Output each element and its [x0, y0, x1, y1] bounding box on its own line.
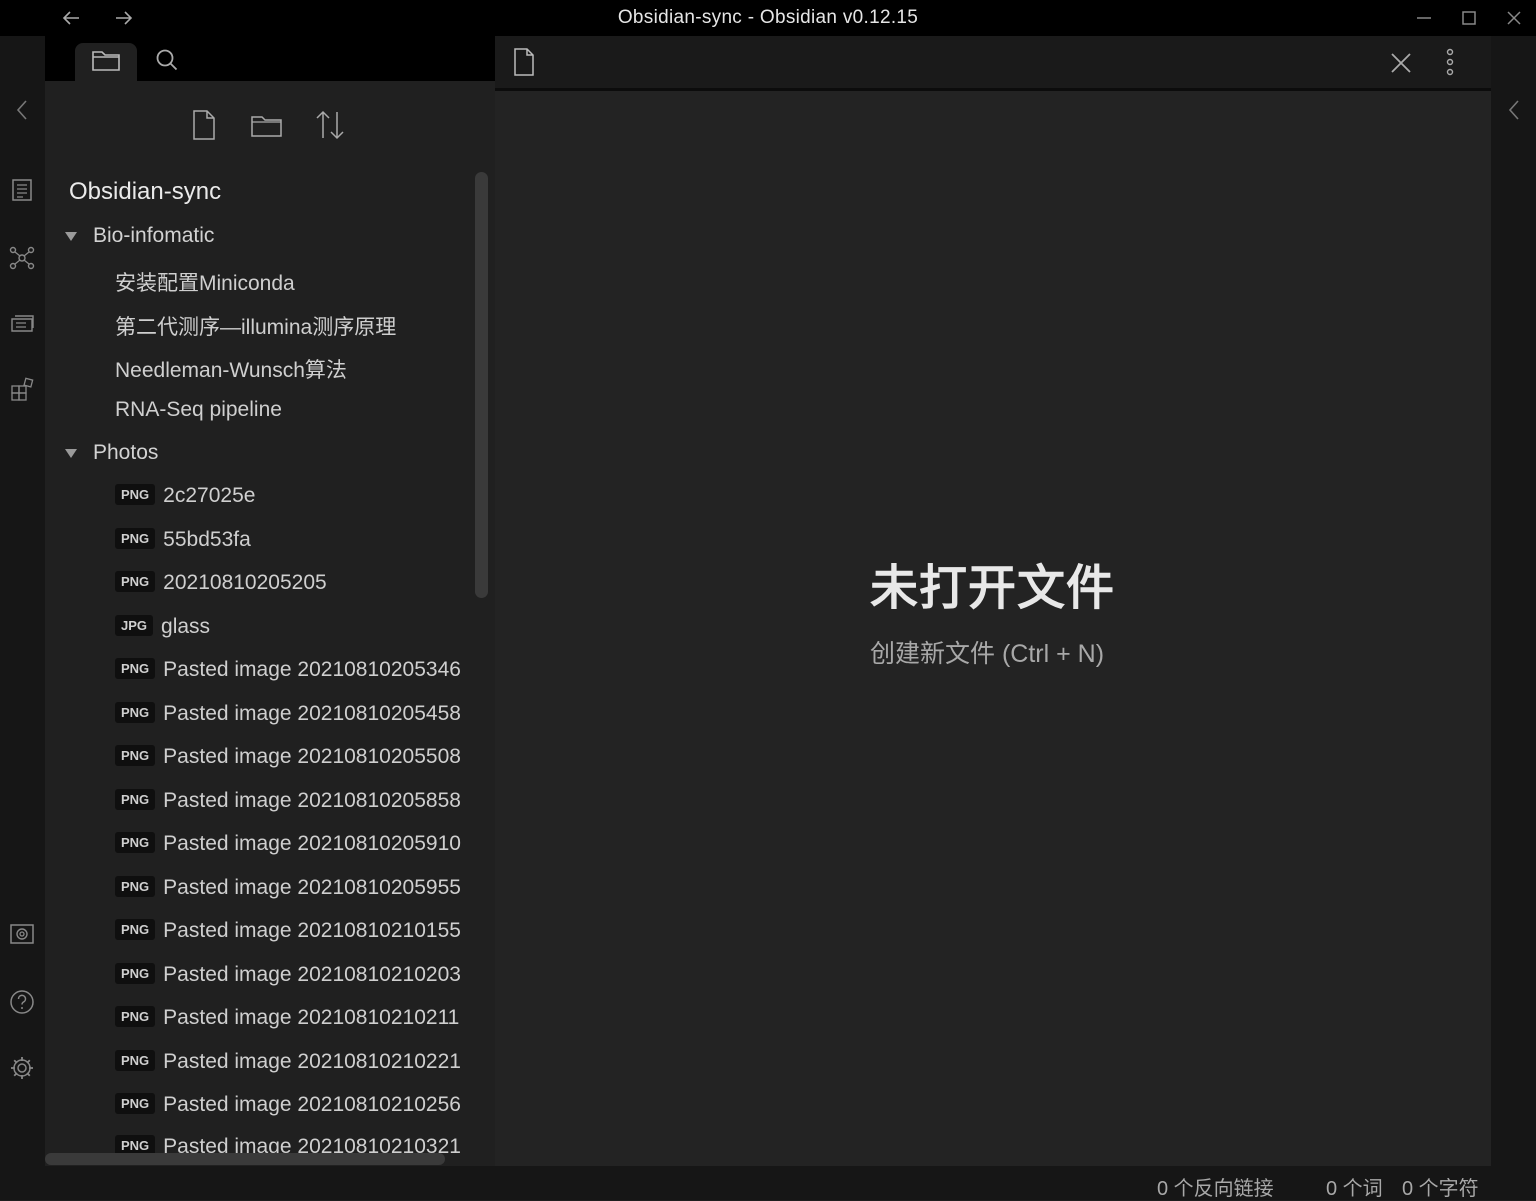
file-type-badge: PNG	[115, 1135, 156, 1155]
search-icon[interactable]	[153, 46, 181, 74]
file-type-badge: PNG	[115, 832, 156, 853]
file-item[interactable]: PNG Pasted image 20210810205458	[115, 702, 461, 726]
file-item[interactable]: PNG Pasted image 20210810210256	[115, 1093, 461, 1117]
folder-bio-infomatic[interactable]: Bio-infomatic	[65, 224, 215, 248]
file-item[interactable]: PNG Pasted image 20210810210203	[115, 963, 461, 987]
maximize-icon[interactable]	[1457, 6, 1481, 30]
file-label: Pasted image 20210810210256	[163, 1093, 461, 1116]
graph-view-icon[interactable]	[8, 244, 36, 272]
file-item[interactable]: PNG Pasted image 20210810205955	[115, 876, 461, 900]
file-label: 2c27025e	[163, 484, 256, 507]
file-item[interactable]: RNA-Seq pipeline	[115, 398, 282, 422]
horizontal-scrollbar[interactable]	[45, 1153, 445, 1165]
file-item[interactable]: PNG Pasted image 20210810205346	[115, 658, 461, 682]
file-type-badge: PNG	[115, 528, 156, 549]
file-label: Pasted image 20210810205910	[163, 832, 461, 855]
chevron-down-icon[interactable]	[65, 232, 77, 241]
file-type-badge: PNG	[115, 919, 156, 940]
file-tree: Obsidian-sync Bio-infomatic 安装配置Minicond…	[45, 170, 475, 1155]
folder-label: Photos	[93, 441, 159, 464]
file-label: Pasted image 20210810210203	[163, 963, 461, 986]
view-header	[495, 36, 1491, 88]
window-title: Obsidian-sync - Obsidian v0.12.15	[617, 7, 919, 28]
close-icon[interactable]	[1388, 50, 1414, 76]
file-type-badge: PNG	[115, 745, 156, 766]
new-note-icon[interactable]	[187, 108, 221, 142]
right-sidebar	[1491, 36, 1536, 1166]
file-label: Pasted image 20210810210321	[163, 1135, 461, 1155]
file-type-badge: PNG	[115, 571, 156, 592]
expand-right-icon[interactable]	[1503, 96, 1525, 124]
file-item[interactable]: PNG Pasted image 20210810210211	[115, 1006, 459, 1030]
file-item[interactable]: PNG Pasted image 20210810210321	[115, 1135, 461, 1155]
more-options-icon[interactable]	[1440, 48, 1460, 76]
file-label: Pasted image 20210810210211	[163, 1006, 460, 1029]
file-item[interactable]: PNG Pasted image 20210810210221	[115, 1050, 461, 1074]
file-label: 20210810205205	[163, 571, 327, 594]
arrow-right-icon[interactable]	[112, 6, 136, 30]
file-type-badge: PNG	[115, 702, 156, 723]
file-label: Pasted image 20210810205858	[163, 789, 461, 812]
ribbon	[0, 36, 45, 1166]
word-count: 0 个词	[1326, 1178, 1383, 1200]
chevron-down-icon[interactable]	[65, 449, 77, 458]
file-label: Pasted image 20210810205458	[163, 702, 461, 725]
create-new-file-link[interactable]: 创建新文件 (Ctrl + N)	[870, 634, 1104, 670]
file-item[interactable]: PNG Pasted image 20210810205858	[115, 789, 461, 813]
folder-label: Bio-infomatic	[93, 224, 215, 247]
file-type-badge: PNG	[115, 963, 156, 984]
file-item[interactable]: 第二代测序—illumina测序原理	[115, 311, 396, 341]
minimize-icon[interactable]	[1412, 6, 1436, 30]
vertical-scrollbar[interactable]	[475, 172, 488, 598]
file-type-badge: PNG	[115, 876, 156, 897]
help-icon[interactable]	[8, 988, 36, 1016]
plugins-icon[interactable]	[8, 376, 36, 404]
title-bar: Obsidian-sync - Obsidian v0.12.15	[0, 0, 1536, 36]
arrow-left-icon[interactable]	[59, 6, 83, 30]
sort-icon[interactable]	[313, 108, 347, 142]
status-bar: 0 个反向链接 0 个词 0 个字符	[0, 1166, 1536, 1200]
file-item[interactable]: PNG 20210810205205	[115, 571, 327, 595]
collapse-left-icon[interactable]	[8, 96, 36, 124]
file-label: Pasted image 20210810210221	[163, 1050, 461, 1073]
file-label: Pasted image 20210810205508	[163, 745, 461, 768]
folder-icon[interactable]	[90, 45, 122, 75]
file-icon	[514, 48, 534, 76]
file-item[interactable]: PNG Pasted image 20210810210155	[115, 919, 461, 943]
file-type-badge: PNG	[115, 1093, 156, 1114]
folder-photos[interactable]: Photos	[65, 441, 159, 465]
file-item[interactable]: PNG Pasted image 20210810205508	[115, 745, 461, 769]
cards-icon[interactable]	[8, 310, 36, 338]
file-item[interactable]: Needleman-Wunsch算法	[115, 354, 347, 384]
close-window-icon[interactable]	[1502, 6, 1526, 30]
file-label: Pasted image 20210810205346	[163, 658, 461, 681]
file-item[interactable]: PNG 55bd53fa	[115, 528, 251, 552]
file-type-badge: PNG	[115, 789, 156, 810]
file-type-badge: PNG	[115, 484, 156, 505]
file-label: 55bd53fa	[163, 528, 251, 551]
vault-icon[interactable]	[8, 920, 36, 948]
file-item[interactable]: PNG 2c27025e	[115, 484, 255, 508]
file-label: Pasted image 20210810205955	[163, 876, 461, 899]
file-item[interactable]: JPG glass	[115, 615, 210, 639]
file-item[interactable]: 安装配置Miniconda	[115, 267, 295, 297]
empty-state-title: 未打开文件	[870, 562, 1116, 615]
file-label: glass	[161, 615, 211, 638]
file-type-badge: JPG	[115, 615, 154, 636]
switcher-icon[interactable]	[8, 176, 36, 204]
file-item[interactable]: PNG Pasted image 20210810205910	[115, 832, 461, 856]
file-type-badge: PNG	[115, 1006, 156, 1027]
empty-editor	[495, 91, 1491, 1166]
settings-icon[interactable]	[8, 1054, 36, 1082]
char-count: 0 个字符	[1402, 1178, 1479, 1200]
file-type-badge: PNG	[115, 658, 156, 679]
backlinks-count[interactable]: 0 个反向链接	[1157, 1172, 1274, 1201]
file-type-badge: PNG	[115, 1050, 156, 1071]
vault-root[interactable]: Obsidian-sync	[69, 178, 221, 206]
new-folder-icon[interactable]	[250, 108, 284, 142]
file-label: Pasted image 20210810210155	[163, 919, 461, 942]
